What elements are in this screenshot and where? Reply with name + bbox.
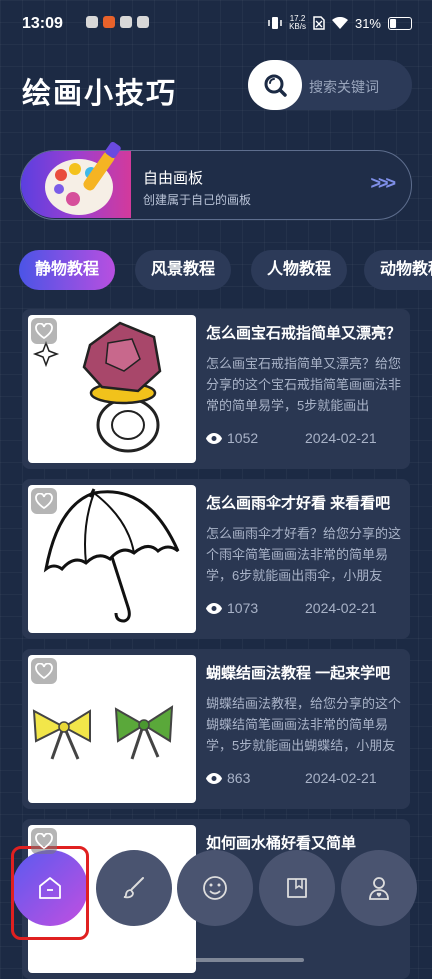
favorite-button[interactable] [31,488,57,514]
network-speed: 17.2 KB/s [289,15,306,31]
banner-subtitle: 创建属于自己的画板 [143,193,252,207]
battery-icon [388,16,412,30]
card-description: 蝴蝶结画法教程，给您分享的这个蝴蝶结简笔画画法非常的简单易学，5步就能画出蝴蝶结… [206,696,402,753]
bookmark-book-icon [287,878,307,898]
heart-icon [35,833,53,849]
tutorial-card[interactable]: 怎么画宝石戒指简单又漂亮？ 怎么画宝石戒指简单又漂亮？给您分享的这个宝石戒指简笔… [22,309,410,469]
selection-highlight [11,846,89,940]
page-title: 绘画小技巧 [22,78,178,110]
favorite-button[interactable] [31,658,57,684]
no-sim-icon [313,16,325,30]
tab-still-life[interactable]: 静物教程 [19,250,116,290]
view-count: 1073 [206,600,258,616]
tab-animals[interactable]: 动物教程 [364,250,432,290]
eye-icon [206,602,222,614]
heart-icon [35,323,53,339]
tutorial-card[interactable]: 怎么画雨伞才好看 来看看吧 怎么画雨伞才好看？给您分享的这个雨伞简笔画画法非常的… [22,479,410,639]
speed-unit: KB/s [289,22,306,31]
card-title: 怎么画雨伞才好看 来看看吧 [206,495,391,512]
smiley-icon [203,876,227,900]
card-description: 怎么画雨伞才好看？给您分享的这个雨伞简笔画画法非常的简单易学，6步就能画出雨伞，… [206,526,402,583]
category-tabs: 静物教程 风景教程 人物教程 动物教程 [19,250,432,292]
heart-icon [35,493,53,509]
app-notification-icon [86,16,98,28]
banner-arrow-icon: >>> [370,173,395,193]
tiktok-icon [120,16,132,28]
nav-face-button[interactable] [177,850,253,926]
app-notification-icon [103,16,115,28]
view-count-value: 863 [227,770,251,786]
nav-brush-button[interactable] [96,850,172,926]
nav-collection-button[interactable] [259,850,335,926]
notification-icons [86,16,149,28]
palette-icon [45,142,121,215]
search-button[interactable] [248,60,302,110]
search-bar[interactable]: 搜索关键词 [248,60,412,110]
view-count: 1052 [206,430,258,446]
user-icon [369,877,389,900]
card-description: 怎么画宝石戒指简单又漂亮？给您分享的这个宝石戒指简笔画画法非常的简单易学，5步就… [206,356,402,413]
view-count-value: 1052 [227,430,259,446]
brush-icon [123,877,144,899]
bottom-nav [0,840,432,964]
card-date: 2024-02-21 [305,770,377,786]
heart-icon [35,663,53,679]
free-canvas-banner[interactable]: 自由画板 创建属于自己的画板 >>> [20,142,412,220]
status-time: 13:09 [22,15,63,32]
eye-icon [206,772,222,784]
status-bar: 13:09 17.2 KB/s 31% [0,0,432,50]
favorite-button[interactable] [31,318,57,344]
home-indicator [128,958,304,962]
app-notification-icon [137,16,149,28]
tab-landscape[interactable]: 风景教程 [135,250,232,290]
vibrate-icon [268,17,282,29]
card-title: 怎么画宝石戒指简单又漂亮？ [206,325,402,342]
card-date: 2024-02-21 [305,430,377,446]
view-count-value: 1073 [227,600,259,616]
battery-percent: 31% [354,15,381,31]
tab-people[interactable]: 人物教程 [251,250,348,290]
card-date: 2024-02-21 [305,600,377,616]
view-count: 863 [206,770,250,786]
tutorial-card[interactable]: 蝴蝶结画法教程 一起来学吧 蝴蝶结画法教程，给您分享的这个蝴蝶结简笔画画法非常的… [22,649,410,809]
card-title: 蝴蝶结画法教程 一起来学吧 [206,665,391,682]
eye-icon [206,432,222,444]
search-icon [264,74,287,97]
wifi-icon [331,16,348,29]
favorite-button[interactable] [31,828,57,854]
status-right: 17.2 KB/s 31% [268,15,412,31]
banner-title: 自由画板 [143,170,204,187]
nav-profile-button[interactable] [341,850,417,926]
search-placeholder[interactable]: 搜索关键词 [309,77,379,97]
